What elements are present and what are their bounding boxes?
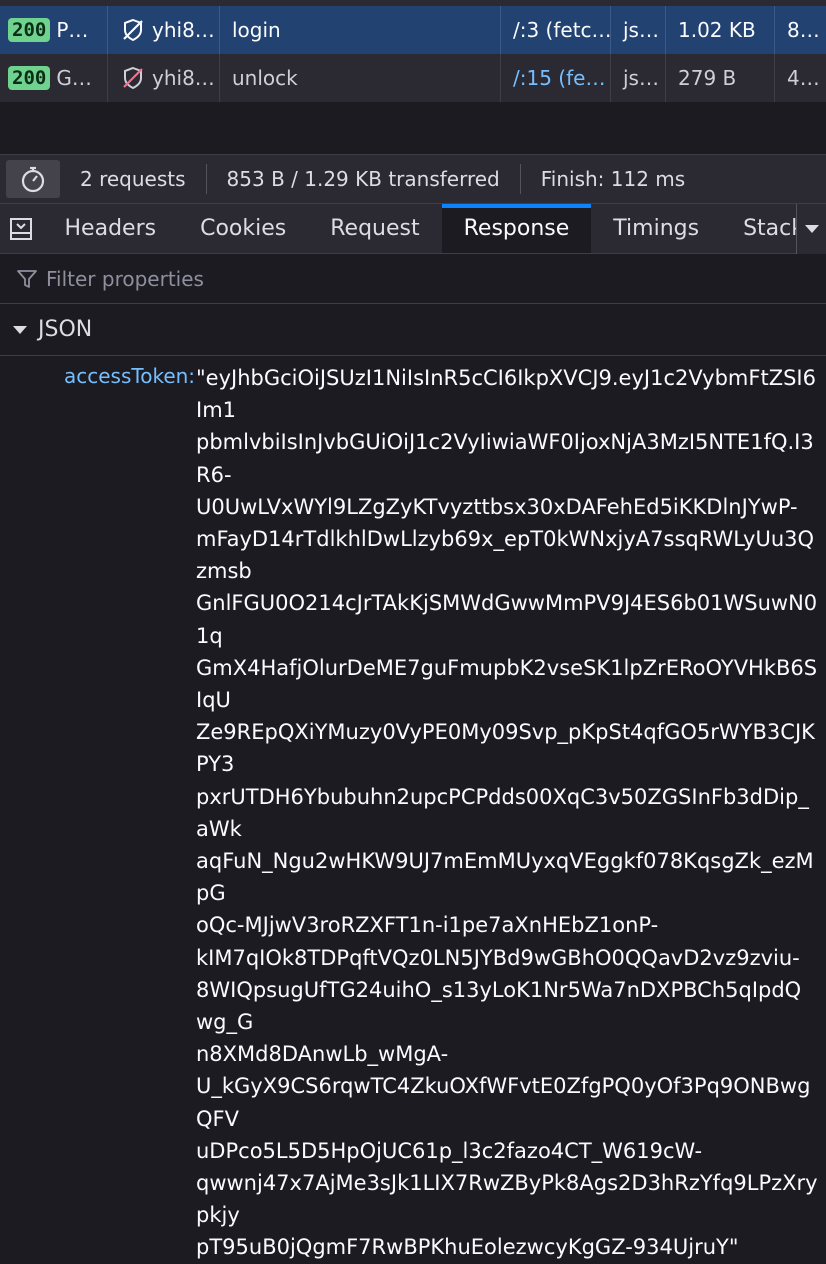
details-tab-bar: Headers Cookies Request Response Timings…	[0, 204, 826, 254]
value-line: pxrUTDH6Ybubuhn2upcPCPdds00XqC3v50ZGSInF…	[196, 784, 809, 841]
type-cell: js…	[611, 6, 666, 54]
initiator-cell: /:15 (fe…	[501, 54, 611, 102]
json-section-label: JSON	[38, 317, 93, 342]
type-cell: js…	[611, 54, 666, 102]
transferred-label: 279 B	[678, 66, 737, 90]
transferred-cell: 279 B	[666, 54, 775, 102]
method-label: P…	[56, 18, 89, 42]
summary-bar: 2 requests 853 B / 1.29 KB transferred F…	[0, 154, 826, 204]
size-label: 4…	[787, 66, 820, 90]
size-cell: 4…	[775, 54, 826, 102]
value-line: qwwnj47x7AjMe3sJk1LIX7RwZByPk8Ags2D3hRzY…	[196, 1171, 818, 1228]
size-label: 8…	[787, 18, 820, 42]
request-count: 2 requests	[60, 164, 207, 194]
value-line: pT95uB0jQgmF7RwBPKhuEolezwcyKgGZ-934Ujru…	[196, 1235, 739, 1260]
tab-cookies[interactable]: Cookies	[178, 204, 308, 253]
filter-icon	[17, 269, 37, 288]
size-cell: 8…	[775, 6, 826, 54]
initiator-cell: /:3 (fetc…	[501, 6, 611, 54]
domain-label: yhi8…	[152, 66, 215, 90]
status-badge: 200	[8, 66, 51, 90]
performance-button[interactable]	[6, 160, 60, 198]
table-row[interactable]: 200 G… yhi8… unlock /:15 (fe… js… 279 B …	[0, 54, 826, 102]
initiator-link[interactable]: :15 (fe…	[520, 66, 606, 90]
tab-response[interactable]: Response	[441, 204, 592, 253]
value-line: "eyJhbGciOiJSUzI1NiIsInR5cCI6IkpXVCJ9.ey…	[196, 366, 816, 423]
panel-toggle-button[interactable]	[0, 204, 43, 253]
tracking-protection-icon	[123, 18, 143, 42]
file-label: login	[232, 18, 281, 42]
file-cell: unlock	[220, 54, 501, 102]
property-key: accessToken:	[64, 364, 196, 388]
stopwatch-icon	[21, 166, 45, 193]
value-line: mFayD14rTdlkhlDwLlzyb69x_epT0kWNxjyA7ssq…	[196, 527, 815, 584]
type-label: js…	[623, 18, 659, 42]
value-line: pbmlvbiIsInJvbGUiOiJ1c2VyIiwiaWF0IjoxNjA…	[196, 430, 814, 487]
twisty-expanded-icon	[13, 325, 27, 334]
value-line: GmX4HafjOlurDeME7guFmupbK2vseSK1lpZrERoO…	[196, 655, 818, 713]
property-value[interactable]: "eyJhbGciOiJSUzI1NiIsInR5cCI6IkpXVCJ9.ey…	[196, 362, 818, 1264]
json-section-header[interactable]: JSON	[0, 304, 826, 356]
tab-headers[interactable]: Headers	[43, 204, 179, 253]
panel-toggle-icon	[10, 217, 33, 240]
value-line: U_kGyX9CS6rqwTC4ZkuOXfWFvtE0ZfgPQ0yOf3Pq…	[196, 1074, 811, 1131]
method-label: G…	[56, 66, 92, 90]
finish-time: Finish: 112 ms	[540, 167, 686, 191]
transferred-summary: 853 B / 1.29 KB transferred	[207, 164, 521, 194]
value-line: uDPco5L5D5HpOjUC61p_l3c2fazo4CT_W619cW-	[196, 1138, 703, 1163]
domain-label: yhi8…	[152, 18, 215, 42]
request-list-empty-area	[0, 102, 826, 154]
tabs-overflow-button[interactable]	[796, 204, 826, 254]
filter-properties-input[interactable]	[46, 266, 746, 291]
initiator-label[interactable]: /:3 (fetc…	[513, 18, 610, 42]
status-badge: 200	[8, 18, 51, 42]
tracking-protection-icon	[123, 66, 143, 90]
json-property: accessToken: "eyJhbGciOiJSUzI1NiIsInR5cC…	[0, 362, 826, 1259]
value-line: aqFuN_Ngu2wHKW9UJ7mEmMUyxqVEggkf078KqsgZ…	[196, 849, 814, 906]
file-label: unlock	[232, 66, 298, 90]
value-line: oQc-MJjwV3roRZXFT1n-i1pe7aXnHEbZ1onP-	[196, 913, 659, 938]
table-row[interactable]: 200 P… yhi8… login /:3 (fetc… js… 1.02 K…	[0, 6, 826, 54]
transferred-cell: 1.02 KB	[666, 6, 775, 54]
tab-timings[interactable]: Timings	[591, 204, 721, 253]
domain-cell: yhi8…	[108, 6, 220, 54]
domain-cell: yhi8…	[108, 54, 220, 102]
value-line: n8XMd8DAnwLb_wMgA-	[196, 1042, 449, 1067]
value-line: Ze9REpQXiYMuzy0VyPE0My09Svp_pKpSt4qfGO5r…	[196, 720, 815, 777]
chevron-down-icon	[804, 225, 819, 233]
value-line: 8WIQpsugUfTG24uihO_s13yLoK1Nr5Wa7nDXPBCh…	[196, 977, 802, 1035]
type-label: js…	[623, 66, 659, 90]
value-line: kIM7qIOk8TDPqftVQz0LN5JYBd9wGBhO0QQavD2v…	[196, 945, 800, 970]
initiator-link-prefix[interactable]: /	[513, 66, 520, 90]
status-cell: 200 G…	[0, 54, 108, 102]
file-cell: login	[220, 6, 501, 54]
filter-bar	[0, 254, 826, 304]
tab-request[interactable]: Request	[308, 204, 441, 253]
status-cell: 200 P…	[0, 6, 108, 54]
transferred-label: 1.02 KB	[678, 18, 756, 42]
value-line: U0UwLVxWYl9LZgZyKTvyzttbsx30xDAFehEd5iKK…	[196, 494, 798, 519]
value-line: GnlFGU0O214cJrTAkKjSMWdGwwMmPV9J4ES6b01W…	[196, 591, 818, 648]
